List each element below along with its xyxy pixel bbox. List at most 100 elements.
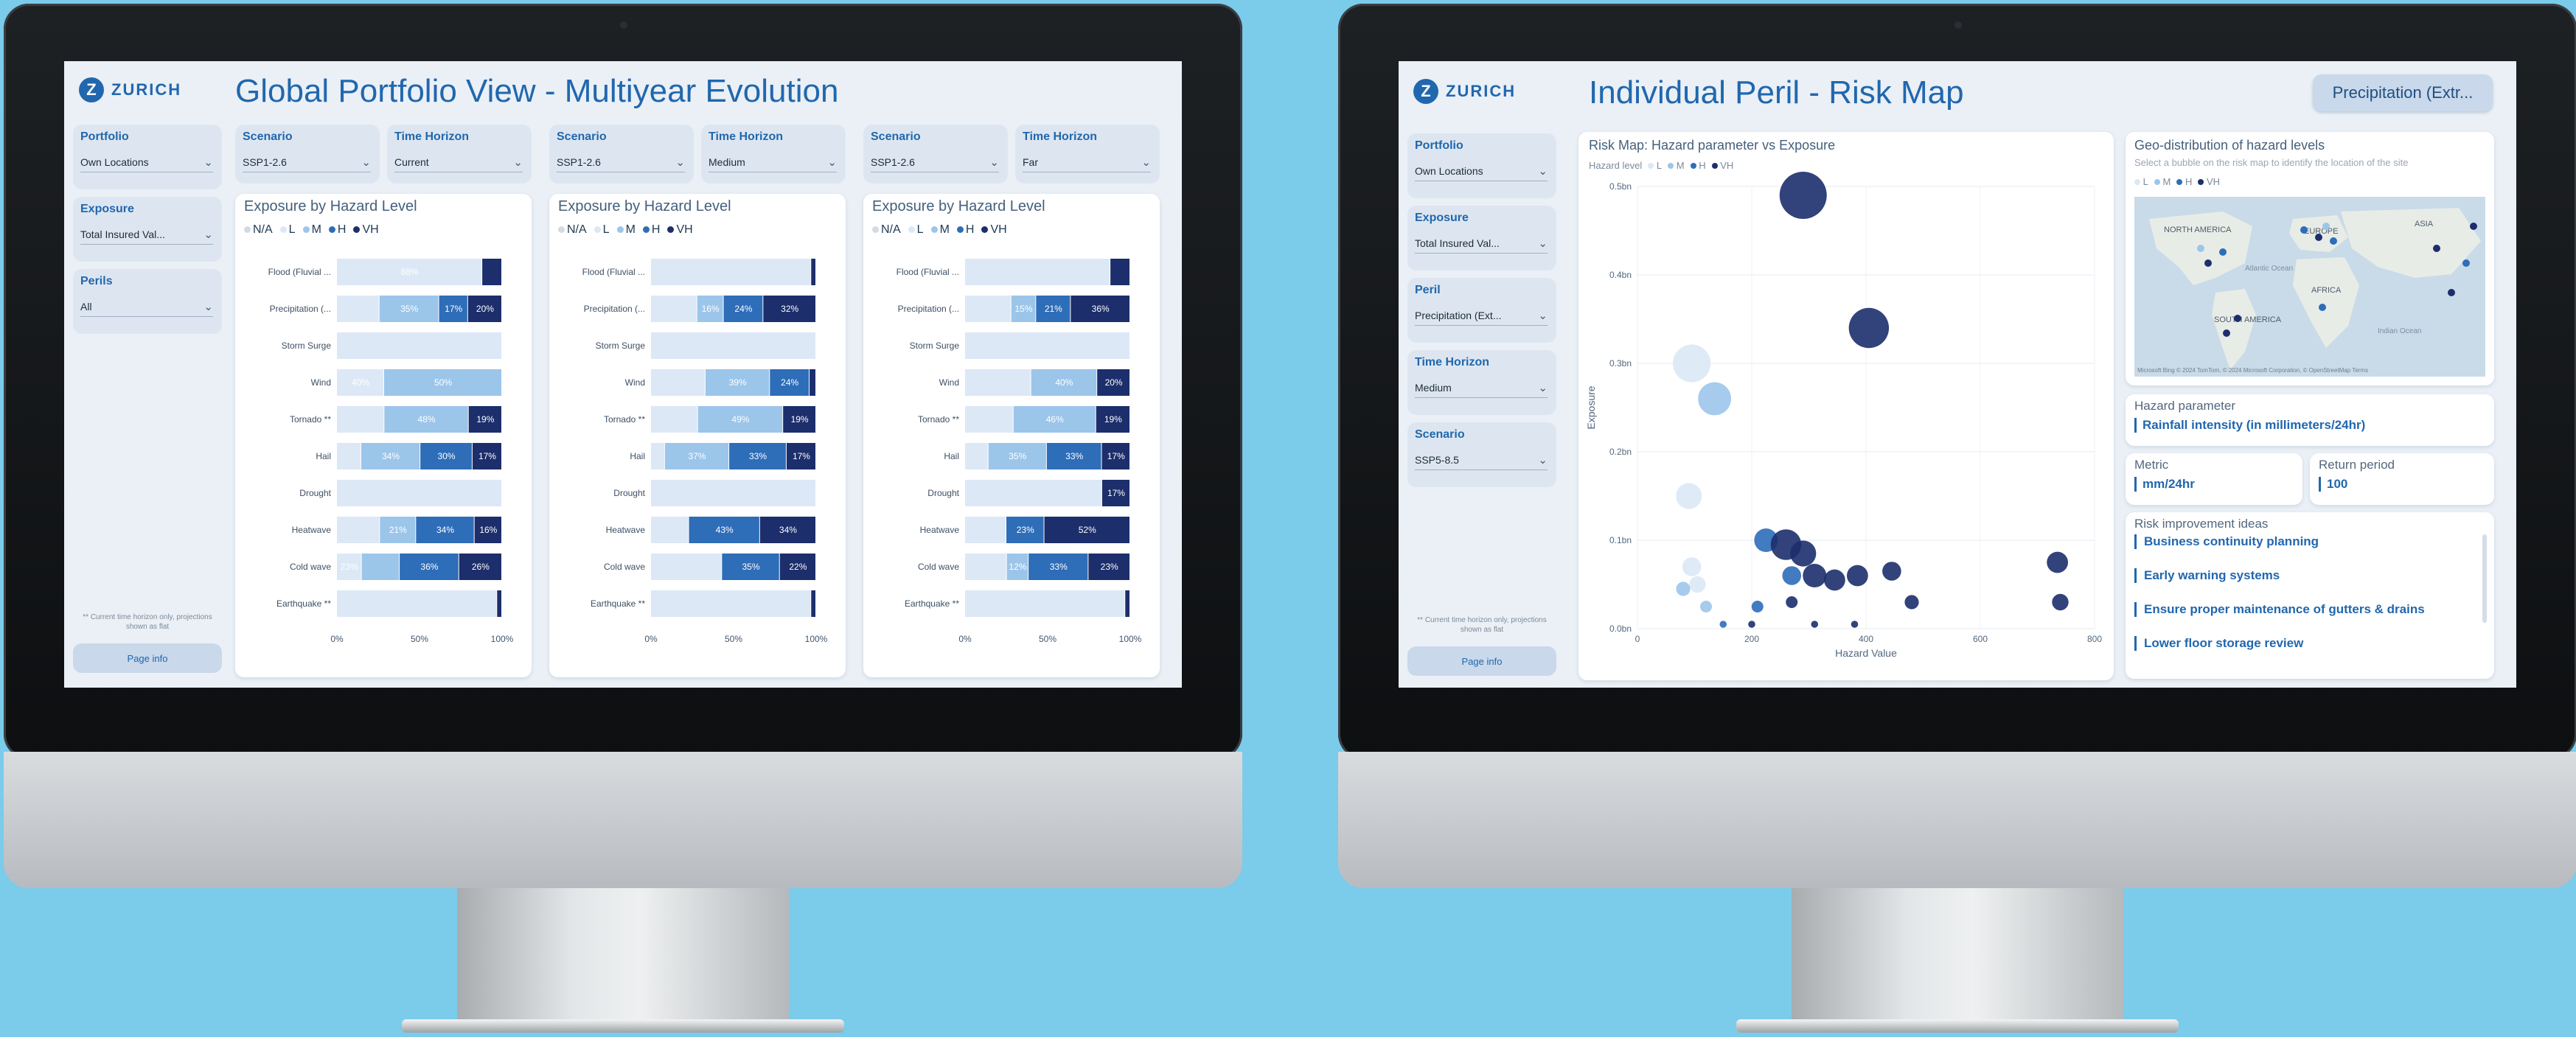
peril-selector-button[interactable]: Precipitation (Extr... [2313,74,2493,111]
time-horizon-dropdown[interactable]: Medium ⌄ [1415,378,1548,398]
bar-segment-l[interactable] [651,332,815,359]
risk-bubble[interactable] [1682,557,1702,576]
map-marker[interactable] [2470,223,2477,230]
scenario-dropdown[interactable]: SSP1-2.6 ⌄ [871,153,999,172]
portfolio-dropdown[interactable]: Own Locations ⌄ [1415,161,1548,181]
bar-segment-l[interactable] [965,369,1031,396]
bar-segment-l[interactable] [337,517,380,543]
bar-segment-l[interactable] [651,480,815,506]
scenario-dropdown[interactable]: SSP1-2.6 ⌄ [557,153,685,172]
bar-segment-l[interactable] [965,259,1110,285]
bar-segment-l[interactable] [651,406,697,433]
risk-bubble[interactable] [1803,564,1827,587]
bar-segment-l[interactable] [337,480,501,506]
bar-segment-l[interactable] [965,406,1013,433]
idea-item[interactable]: Ensure proper maintenance of gutters & d… [2134,602,2425,617]
idea-item[interactable]: Business continuity planning [2134,534,2319,549]
map-marker[interactable] [2319,304,2326,311]
bar-segment-l[interactable] [965,480,1101,506]
exposure-dropdown[interactable]: Total Insured Val... ⌄ [1415,234,1548,254]
scenario-filter: Scenario SSP1-2.6 ⌄ [863,125,1008,184]
legend-dot [981,226,989,234]
bar-segment-l[interactable] [651,296,697,322]
risk-bubble[interactable] [1790,540,1817,567]
bar-segment-vh[interactable] [1110,259,1129,285]
risk-bubble[interactable] [1673,344,1711,383]
idea-item[interactable]: Lower floor storage review [2134,636,2303,651]
risk-bubble[interactable] [1719,621,1727,628]
risk-bubble[interactable] [1751,601,1764,612]
scrollbar[interactable] [2482,534,2487,623]
bar-segment-l[interactable] [965,517,1006,543]
risk-bubble[interactable] [1823,569,1845,591]
risk-bubble[interactable] [1779,172,1827,219]
risk-bubble[interactable] [2047,551,2069,573]
bar-segment-l[interactable] [337,332,501,359]
portfolio-dropdown[interactable]: Own Locations ⌄ [80,153,213,172]
bar-segment-l[interactable] [965,554,1006,580]
map-marker[interactable] [2219,248,2227,256]
bar-segment-l[interactable] [965,296,1011,322]
world-map[interactable]: NORTH AMERICA EUROPE ASIA AFRICA SOUTH A… [2134,197,2485,377]
map-marker[interactable] [2300,226,2308,234]
page-info-button[interactable]: Page info [1407,646,1556,676]
bar-segment-vh[interactable] [497,590,501,617]
time-horizon-dropdown[interactable]: Far ⌄ [1023,153,1151,172]
bar-segment-vh[interactable] [811,259,815,285]
bar-segment-vh[interactable] [1125,590,1129,617]
risk-bubble[interactable] [1811,621,1819,628]
bar-segment-l[interactable] [337,406,384,433]
time-horizon-dropdown[interactable]: Current ⌄ [394,153,523,172]
risk-bubble[interactable] [1676,483,1702,509]
bar-segment-l[interactable] [965,332,1129,359]
idea-item[interactable]: Early warning systems [2134,568,2280,583]
map-marker[interactable] [2330,237,2337,245]
exposure-dropdown[interactable]: Total Insured Val... ⌄ [80,225,213,245]
risk-bubble[interactable] [1846,565,1868,587]
bar-segment-l[interactable] [337,590,497,617]
risk-bubble[interactable] [1782,566,1802,585]
risk-bubble[interactable] [1851,621,1859,628]
time-horizon-dropdown[interactable]: Medium ⌄ [709,153,837,172]
risk-bubble[interactable] [1848,307,1890,349]
bar-segment-l[interactable] [651,259,811,285]
chart-legend: N/A L M H VH [872,223,1007,237]
bar-segment-l[interactable] [965,590,1125,617]
bar-segment-l[interactable] [651,590,811,617]
category-label: Hail [316,451,331,461]
risk-bubble[interactable] [1904,595,1919,610]
risk-bubble[interactable] [1748,621,1755,628]
bar-segment-l[interactable] [965,443,988,469]
bar-segment-vh[interactable] [810,369,815,396]
perils-dropdown[interactable]: All ⌄ [80,297,213,317]
map-marker[interactable] [2234,315,2241,322]
risk-bubble[interactable] [1882,562,1901,581]
risk-bubble[interactable] [1700,601,1712,612]
bar-segment-l[interactable] [651,554,722,580]
page-info-button[interactable]: Page info [73,643,222,673]
map-marker[interactable] [2322,223,2330,230]
map-marker[interactable] [2448,289,2455,296]
risk-bubble[interactable] [1698,382,1732,416]
map-marker[interactable] [2315,234,2322,241]
scenario-dropdown[interactable]: SSP5-8.5 ⌄ [1415,450,1548,470]
bar-segment-m[interactable] [361,554,400,580]
scenario-dropdown[interactable]: SSP1-2.6 ⌄ [243,153,371,172]
bar-segment-l[interactable] [337,443,361,469]
risk-bubble[interactable] [1786,596,1798,608]
bar-segment-vh[interactable] [482,259,501,285]
bar-segment-l[interactable] [337,296,379,322]
map-marker[interactable] [2462,259,2470,267]
peril-dropdown[interactable]: Precipitation (Ext... ⌄ [1415,306,1548,326]
bar-segment-l[interactable] [651,369,705,396]
bar-segment-l[interactable] [651,517,689,543]
bar-segment-l[interactable] [651,443,664,469]
risk-bubble[interactable] [2052,593,2069,611]
risk-bubble[interactable] [1676,582,1691,596]
map-marker[interactable] [2204,259,2212,267]
map-marker[interactable] [2223,329,2230,337]
bar-segment-vh[interactable] [811,590,815,617]
map-marker[interactable] [2433,245,2440,252]
risk-bubble[interactable] [1689,576,1706,593]
map-marker[interactable] [2197,245,2204,252]
